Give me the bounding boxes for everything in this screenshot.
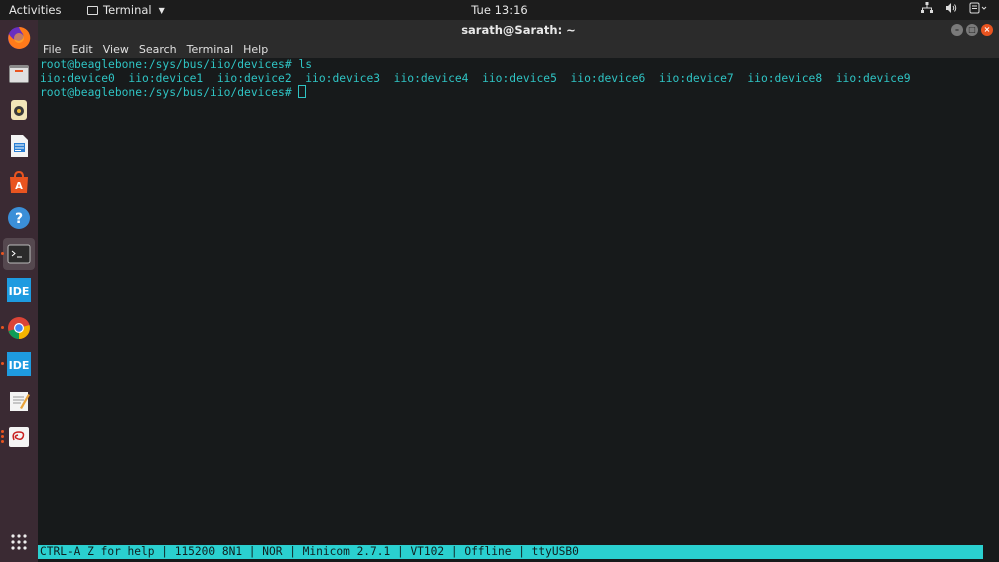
dock-text-editor[interactable] xyxy=(3,385,35,417)
svg-text:IDE: IDE xyxy=(9,285,30,298)
dock: A ? IDE IDE xyxy=(0,20,38,562)
svg-text:?: ? xyxy=(15,211,23,227)
dock-ide[interactable]: IDE xyxy=(3,274,35,306)
terminal-output[interactable]: root@beaglebone:/sys/bus/iio/devices# ls… xyxy=(38,58,999,544)
menu-help[interactable]: Help xyxy=(243,43,268,56)
window-titlebar[interactable]: sarath@Sarath: ~ – □ × xyxy=(38,20,999,40)
dock-writer[interactable] xyxy=(3,130,35,162)
ide-icon: IDE xyxy=(7,278,31,302)
network-icon[interactable] xyxy=(921,2,933,17)
menu-file[interactable]: File xyxy=(43,43,61,56)
show-applications[interactable] xyxy=(3,526,35,558)
minicom-status-bar: CTRL-A Z for help | 115200 8N1 | NOR | M… xyxy=(38,545,983,559)
running-indicator xyxy=(1,362,4,365)
close-button[interactable]: × xyxy=(981,24,993,36)
menu-terminal[interactable]: Terminal xyxy=(187,43,234,56)
system-tray[interactable] xyxy=(921,2,987,17)
libreoffice-writer-icon xyxy=(11,135,28,157)
ide-icon-2: IDE xyxy=(7,352,31,376)
running-indicator xyxy=(1,326,4,329)
window-controls: – □ × xyxy=(951,24,993,36)
running-indicator xyxy=(1,252,4,255)
menu-bar: File Edit View Search Terminal Help xyxy=(38,40,999,58)
minimize-button[interactable]: – xyxy=(951,24,963,36)
power-icon[interactable] xyxy=(969,2,987,17)
pdf-viewer-icon xyxy=(9,427,29,447)
rhythmbox-icon xyxy=(11,100,27,120)
terminal-prompt-line: root@beaglebone:/sys/bus/iio/devices# xyxy=(40,85,999,100)
terminal-prompt: root@beaglebone:/sys/bus/iio/devices# xyxy=(40,86,299,99)
running-indicator xyxy=(1,430,4,433)
software-center-icon: A xyxy=(10,170,28,193)
dock-ide-2[interactable]: IDE xyxy=(1,348,35,380)
terminal-line: root@beaglebone:/sys/bus/iio/devices# ls xyxy=(40,58,313,71)
terminal-line: iio:device0 iio:device1 iio:device2 iio:… xyxy=(40,71,911,85)
terminal-window: sarath@Sarath: ~ – □ × File Edit View Se… xyxy=(38,20,999,562)
text-editor-icon xyxy=(10,392,30,411)
svg-text:A: A xyxy=(15,181,23,192)
text-cursor xyxy=(298,85,307,98)
menu-edit[interactable]: Edit xyxy=(71,43,92,56)
clock[interactable]: Tue 13:16 xyxy=(0,3,999,17)
menu-view[interactable]: View xyxy=(103,43,129,56)
firefox-icon xyxy=(8,26,31,49)
running-indicator xyxy=(1,435,4,438)
running-indicator xyxy=(1,440,4,443)
help-icon: ? xyxy=(8,207,30,229)
terminal-icon xyxy=(7,244,31,264)
window-title: sarath@Sarath: ~ xyxy=(461,23,576,37)
menu-search[interactable]: Search xyxy=(139,43,177,56)
dock-firefox[interactable] xyxy=(3,22,35,54)
chrome-icon xyxy=(8,317,30,339)
dock-software[interactable]: A xyxy=(3,166,35,198)
volume-icon[interactable] xyxy=(945,2,957,17)
dock-terminal[interactable] xyxy=(1,238,35,270)
top-panel: Activities Terminal ▼ Tue 13:16 xyxy=(0,0,999,20)
files-icon xyxy=(9,65,29,83)
dock-pdf-viewer[interactable] xyxy=(1,421,35,453)
maximize-button[interactable]: □ xyxy=(966,24,978,36)
apps-grid-icon xyxy=(11,534,27,550)
dock-rhythmbox[interactable] xyxy=(3,94,35,126)
scrollbar[interactable] xyxy=(991,58,999,562)
dock-chrome[interactable] xyxy=(1,312,35,344)
svg-text:IDE: IDE xyxy=(9,359,30,372)
dock-files[interactable] xyxy=(3,58,35,90)
dock-help[interactable]: ? xyxy=(3,202,35,234)
